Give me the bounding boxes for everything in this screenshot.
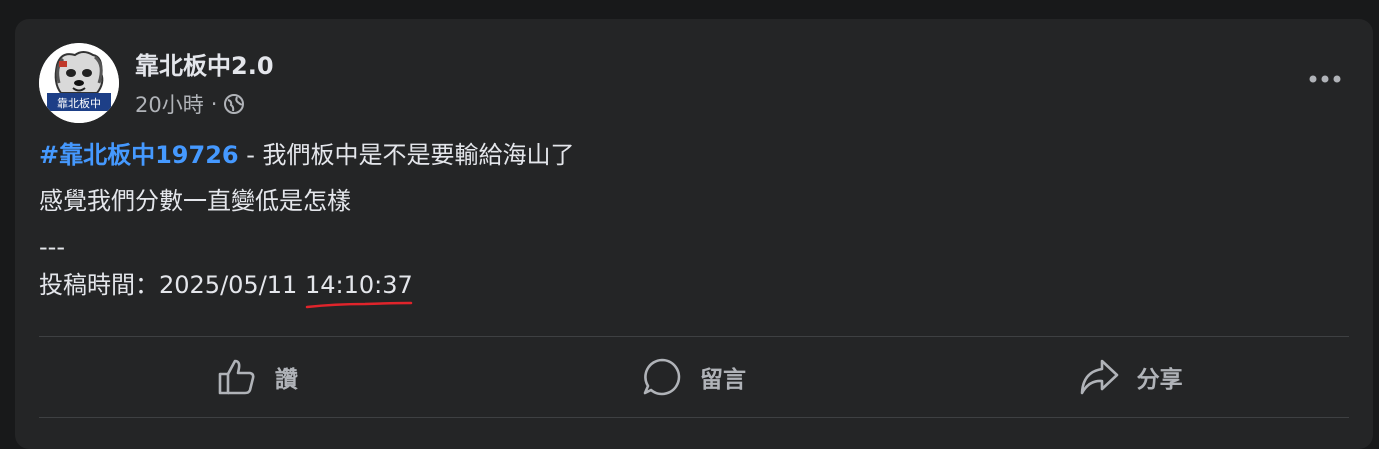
post-title-text: - 我們板中是不是要輸給海山了 — [238, 141, 575, 169]
submit-date: 2025/05/11 — [159, 271, 305, 299]
submit-time-text: 14:10:37 — [304, 271, 413, 299]
post-body: #靠北板中19726 - 我們板中是不是要輸給海山了 感覺我們分數一直變低是怎樣… — [39, 141, 1349, 317]
red-underline-annotation — [305, 301, 413, 309]
submit-time-line: 投稿時間：2025/05/11 14:10:37 — [39, 271, 1349, 309]
globe-icon[interactable] — [223, 93, 245, 115]
comment-icon — [643, 358, 681, 396]
meta-separator: · — [210, 92, 218, 116]
page-avatar[interactable]: 靠北板中 — [39, 43, 119, 123]
like-label: 讚 — [274, 367, 298, 393]
like-button[interactable]: 讚 — [39, 339, 476, 415]
hashtag-link[interactable]: #靠北板中19726 — [39, 141, 239, 169]
share-label: 分享 — [1136, 367, 1183, 393]
share-icon — [1080, 359, 1118, 395]
submit-label: 投稿時間： — [39, 271, 159, 299]
dog-logo-icon: 靠北板中 — [39, 43, 119, 123]
thumbs-up-icon — [218, 359, 255, 395]
post-actions: 讚 留言 分享 — [39, 339, 1349, 415]
more-options-button[interactable] — [1305, 59, 1345, 99]
comment-label: 留言 — [700, 367, 746, 393]
post-card: 靠北板中 靠北板中2.0 20小時 · #靠北板中19726 - 我們板中是不是… — [15, 19, 1373, 449]
post-time[interactable]: 20小時 — [135, 89, 204, 119]
comment-button[interactable]: 留言 — [476, 339, 913, 415]
share-button[interactable]: 分享 — [912, 339, 1349, 415]
post-line-2: 感覺我們分數一直變低是怎樣 — [39, 187, 351, 215]
actions-divider-bottom — [39, 417, 1349, 418]
actions-divider-top — [39, 336, 1349, 337]
avatar-logo-text: 靠北板中 — [57, 96, 101, 110]
post-separator-line: --- — [39, 233, 65, 261]
submit-time: 14:10:37 — [304, 271, 413, 309]
post-title-line: #靠北板中19726 - 我們板中是不是要輸給海山了 — [39, 141, 1349, 169]
page-name[interactable]: 靠北板中2.0 — [135, 46, 274, 81]
post-meta: 20小時 · — [135, 89, 245, 119]
more-horizontal-icon — [1309, 75, 1341, 83]
post-header: 靠北板中 靠北板中2.0 20小時 · — [39, 43, 1349, 123]
